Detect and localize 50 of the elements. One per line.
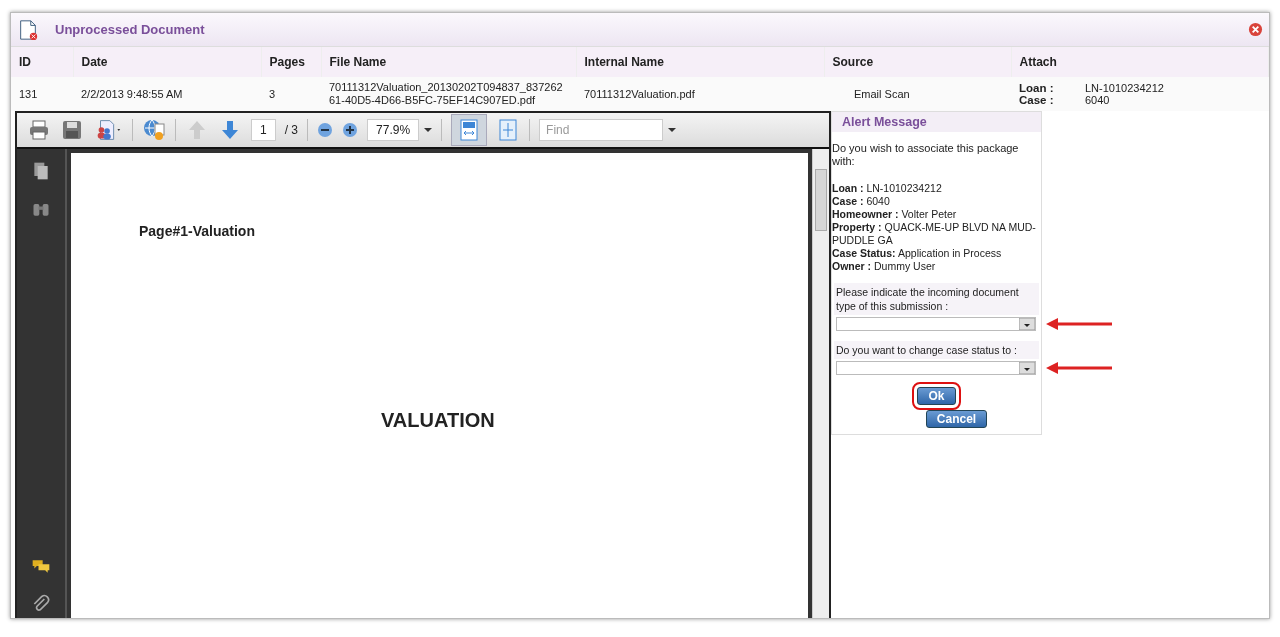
dropdown-arrow-icon [1019, 362, 1035, 374]
paperclip-icon[interactable] [31, 594, 51, 614]
zoom-out-icon[interactable] [317, 122, 334, 138]
column-header[interactable]: File Name [321, 47, 576, 77]
page-number-field[interactable]: 1 [251, 119, 276, 141]
save-icon[interactable] [60, 118, 84, 142]
table-cell: 70111312Valuation_20130202T094837_83726261-40D5-4D66-B5FC-75EF14C907ED.pdf [321, 77, 576, 111]
page-title: VALUATION [381, 409, 496, 432]
table-cell: 2/2/2013 9:48:55 AM [73, 77, 261, 111]
table-cell: Email Scan [824, 77, 1011, 111]
column-header[interactable]: Date [73, 47, 261, 77]
caret-icon[interactable] [424, 127, 433, 133]
attach-label: Loan : [1019, 82, 1055, 94]
detail-line: Case Status: Application in Process [832, 247, 1003, 260]
caret-icon[interactable] [668, 127, 677, 133]
field-label: Do you want to change case status to : [834, 341, 1039, 359]
document-icon [17, 18, 39, 41]
scrollbar[interactable] [812, 149, 829, 618]
table-cell: 70111312Valuation.pdf [576, 77, 824, 111]
zoom-field[interactable]: 77.9% [367, 119, 420, 141]
column-header[interactable]: ID [11, 47, 73, 77]
fit-width-button[interactable] [451, 114, 488, 146]
detail-line: Case : 6040 [832, 195, 891, 208]
alert-message: Do you wish to associate this package with: [832, 141, 1020, 168]
window-title: Unprocessed Document [55, 22, 205, 37]
column-header[interactable]: Pages [261, 47, 321, 77]
zoom-in-icon[interactable] [342, 122, 359, 138]
alert-title: Alert Message [832, 112, 1041, 132]
table-cell: 131 [11, 77, 73, 111]
print-icon[interactable] [27, 118, 51, 142]
pages-icon[interactable] [31, 161, 51, 181]
detail-line: Loan : LN-1010234212 [832, 182, 943, 195]
page-heading: Page#1-Valuation [139, 223, 256, 239]
dialog-button[interactable]: Cancel [925, 410, 988, 428]
page-total: / 3 [284, 123, 299, 137]
attach-label: Case : [1019, 94, 1055, 106]
detail-line: Homeowner : Volter Peter [832, 208, 958, 221]
dropdown-field[interactable] [836, 361, 1036, 375]
table-cell: 3 [261, 77, 321, 111]
column-header[interactable]: Source [824, 47, 1011, 77]
detail-line: Property : QUACK-ME-UP BLVD NA MUD-PUDDLE GA [832, 221, 1037, 247]
dropdown-arrow-icon [1019, 318, 1035, 330]
attach-value: 6040 [1085, 94, 1110, 106]
column-header[interactable]: Internal Name [576, 47, 824, 77]
close-icon[interactable] [1248, 22, 1263, 37]
dropdown-field[interactable] [836, 317, 1036, 331]
attach-value: LN-1010234212 [1085, 82, 1164, 94]
field-label: Please indicate the incoming document type of this submission : [834, 283, 1039, 315]
detail-line: Owner : Dummy User [832, 260, 937, 273]
column-header[interactable]: Attach [1011, 47, 1269, 77]
